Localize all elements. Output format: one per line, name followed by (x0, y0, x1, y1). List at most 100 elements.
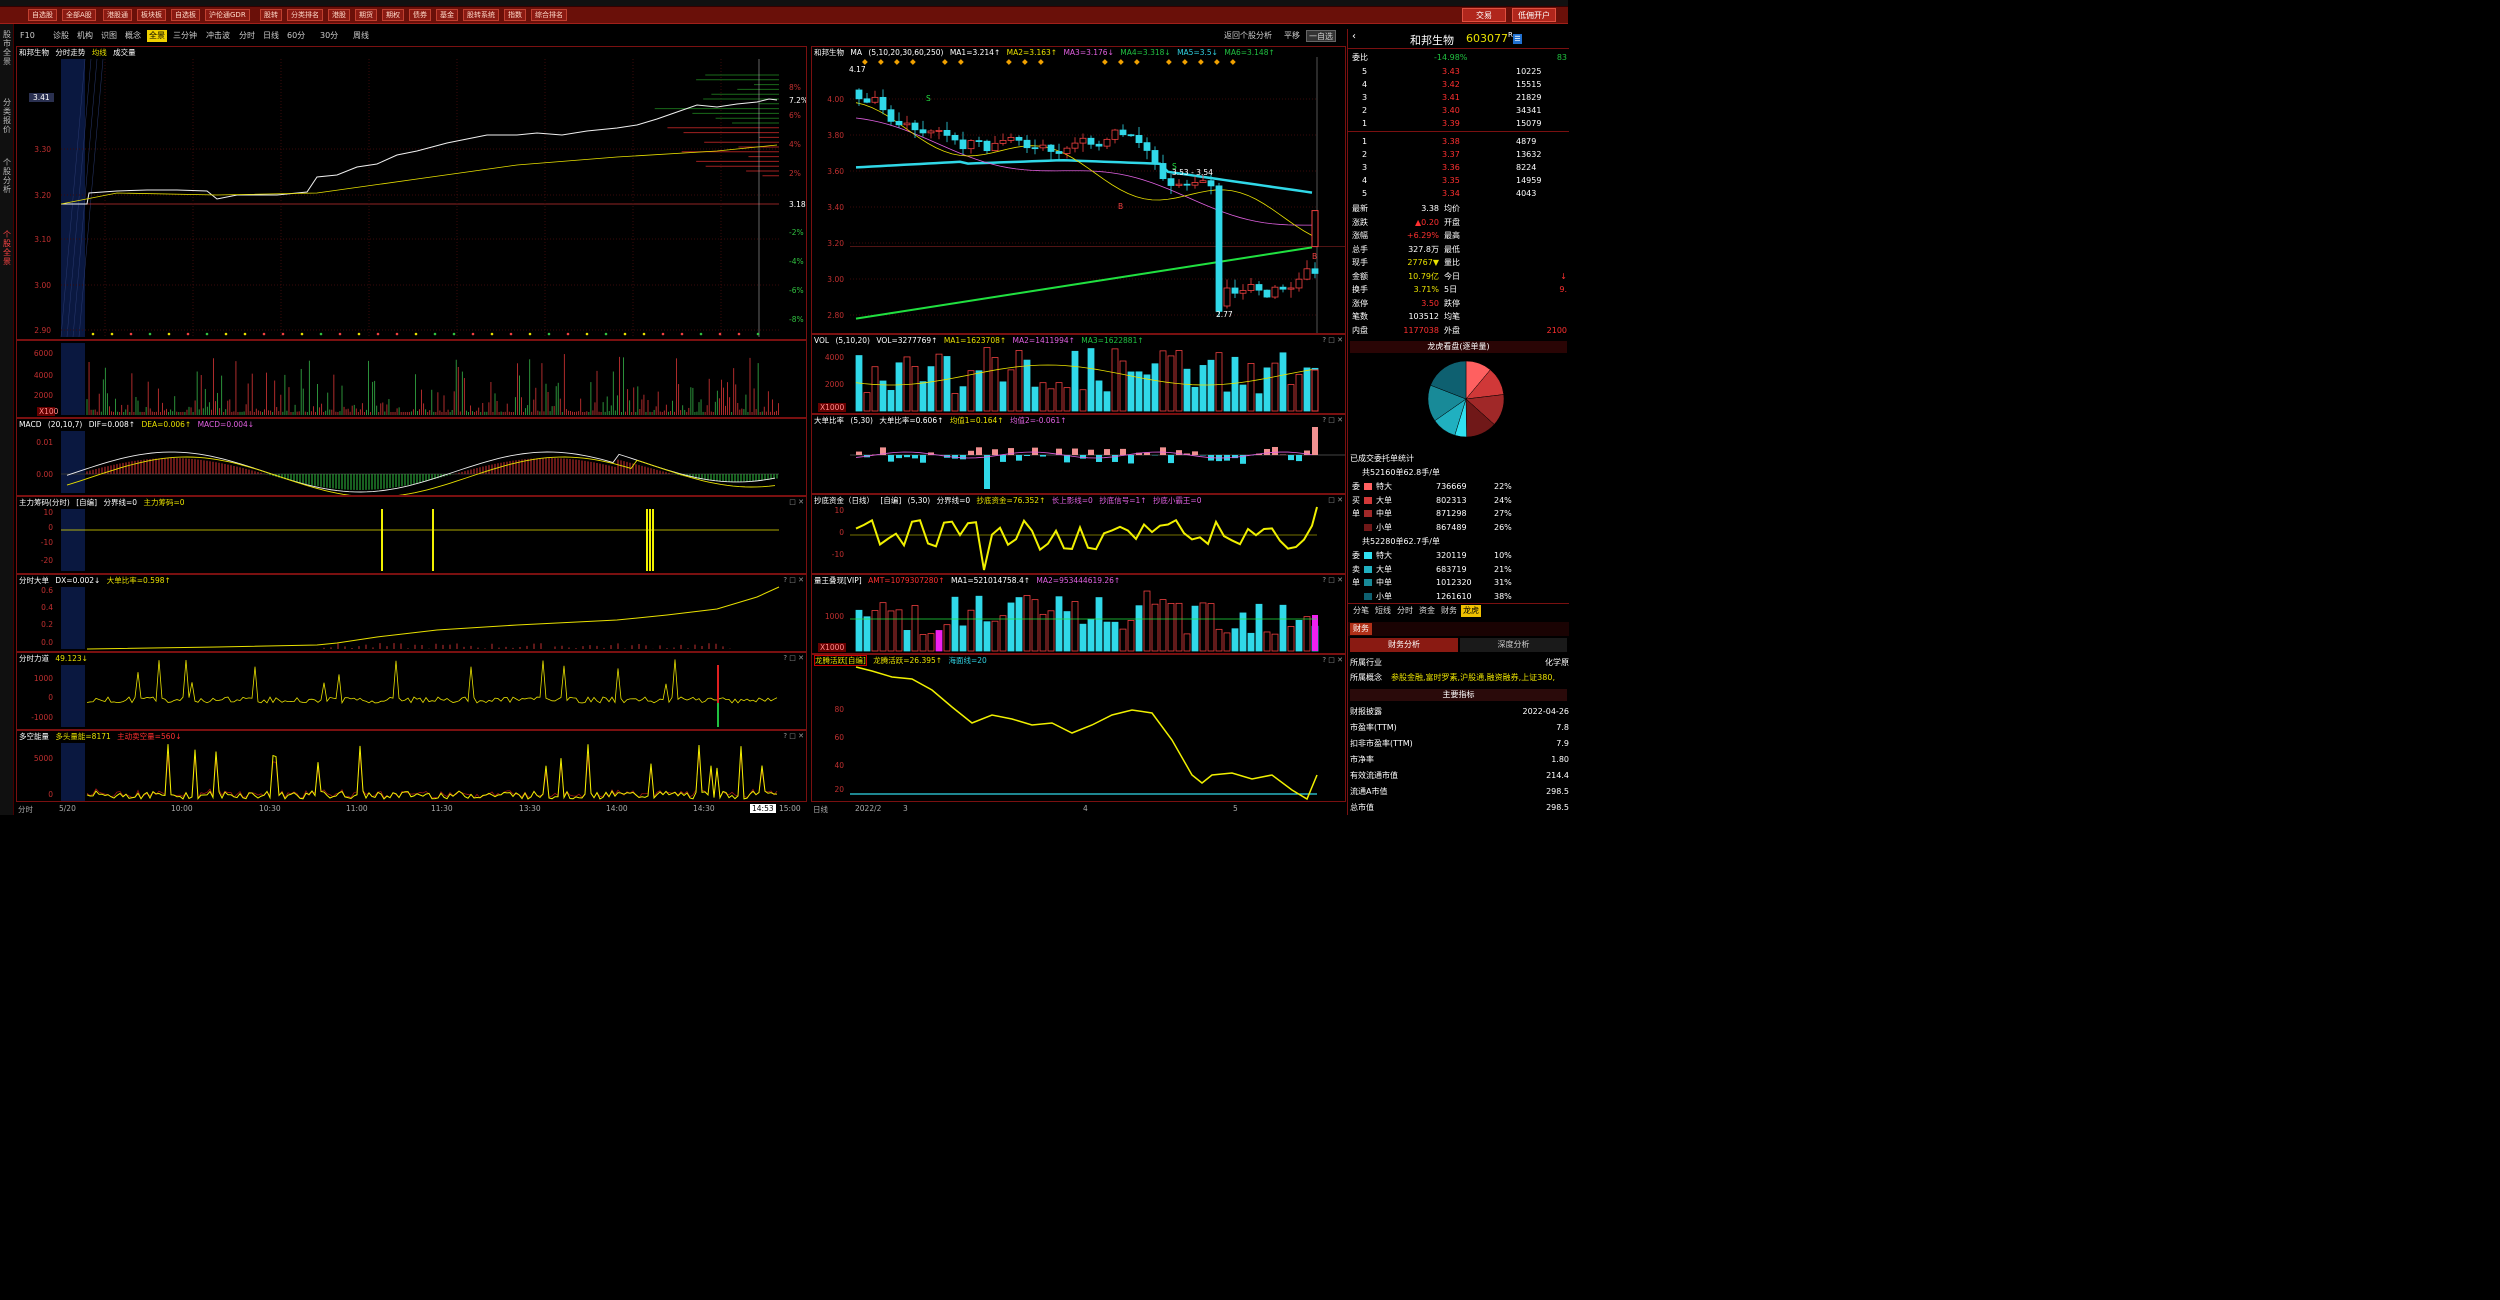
right-tab-5[interactable]: 龙虎 (1461, 605, 1481, 617)
signal-dot (756, 332, 760, 336)
right-tab-0[interactable]: 分笔 (1351, 605, 1371, 617)
bid-volume: 14959 (1516, 176, 1542, 185)
concept-row: 所属概念 参股金融,富时罗素,沪股通,融资融券,上证380, (1348, 671, 1569, 684)
zlcm-chart[interactable]: 10 0 -10 -20 (17, 497, 806, 573)
right-tab-1[interactable]: 短线 (1373, 605, 1393, 617)
toolbar-btn-12[interactable]: 基金 (436, 9, 458, 21)
sidebar-tab-market[interactable]: 股市全景 (1, 30, 13, 66)
macd-chart[interactable]: 0.01 0.00 (17, 419, 806, 495)
intraday-tab-12[interactable]: 周线 (351, 30, 371, 42)
short-line (86, 752, 778, 800)
right-tab-2[interactable]: 分时 (1395, 605, 1415, 617)
buy-stat-row: 小单 867489 26% (1348, 521, 1569, 534)
sidebar-tab-overview[interactable]: 个股全景 (1, 230, 13, 266)
open-account-button[interactable]: 低佣开户 (1512, 8, 1556, 22)
lwjx-chart[interactable]: 1000 X1000 (812, 575, 1345, 653)
kprice-tick-label: 3.20 (827, 239, 844, 248)
kline-chart[interactable]: 4.00 3.80 3.60 3.40 3.20 3.00 2.80 ◆ ◆ ◆ ◆ ◆ ◆ ◆ ◆ ◆ ◆ ◆ ◆… (812, 47, 1345, 333)
deep-analysis-tab[interactable]: 深度分析 (1460, 638, 1567, 652)
intraday-tab-7[interactable]: 冲击波 (204, 30, 232, 42)
ask-price: 3.39 (1442, 119, 1460, 128)
ask-price: 3.42 (1442, 80, 1460, 89)
pct-tick-label: 2% (789, 169, 801, 178)
candle-body (1167, 178, 1175, 186)
ltzy-chart[interactable]: 80 60 40 20 (812, 655, 1345, 801)
finance-row: 总市值 298.5 (1348, 801, 1569, 814)
sidebar-tab-stock[interactable]: 个股分析 (1, 158, 13, 194)
back-arrow-icon[interactable]: ‹ (1352, 31, 1356, 42)
lwjx-bar (1119, 628, 1127, 652)
date-label: 2022/2 (855, 804, 882, 813)
toolbar-btn-5[interactable]: 沪伦通GDR (205, 9, 250, 21)
intraday-tab-3[interactable]: 识图 (99, 30, 119, 42)
toolbar-btn-10[interactable]: 期权 (382, 9, 404, 21)
intraday-tab-1[interactable]: 诊股 (51, 30, 71, 42)
toolbar-btn-9[interactable]: 期货 (355, 9, 377, 21)
intraday-tab-5[interactable]: 全景 (147, 30, 167, 42)
finance-tab[interactable]: 财务 (1350, 623, 1372, 635)
lwjx-bar (1039, 613, 1047, 652)
toolbar-btn-6[interactable]: 股转 (260, 9, 282, 21)
dkn-chart[interactable]: 5000 0 (17, 731, 806, 801)
fsdd-panel: 分时大单 DX=0.002↓ 大单比率=0.598↑ ? □ ✕ 0.6 0.4 0… (16, 574, 807, 652)
flat-button[interactable]: 平移 (1282, 30, 1302, 42)
finance-analysis-tab[interactable]: 财务分析 (1350, 638, 1458, 652)
buy-stat-vol: 802313 (1436, 495, 1467, 505)
intraday-tab-8[interactable]: 分时 (237, 30, 257, 42)
toolbar-btn-13[interactable]: 股转系统 (463, 9, 499, 21)
kvol-bar (927, 366, 935, 412)
toolbar-btn-14[interactable]: 指数 (504, 9, 526, 21)
intraday-tab-11[interactable]: 30分 (318, 30, 340, 42)
fsdd-chart[interactable]: 0.6 0.4 0.2 0.0 (17, 575, 806, 651)
back-button[interactable]: 返回个股分析 (1222, 30, 1274, 42)
right-tab-4[interactable]: 财务 (1439, 605, 1459, 617)
signal-dot (661, 332, 665, 336)
zlcm-tick-label: -20 (41, 556, 53, 565)
right-tab-3[interactable]: 资金 (1417, 605, 1437, 617)
intraday-tab-2[interactable]: 机构 (75, 30, 95, 42)
toolbar-btn-15[interactable]: 综合排名 (531, 9, 567, 21)
stat-row: 最新 3.38 均价 (1348, 202, 1569, 215)
stat-value: 27767▼ (1407, 258, 1439, 267)
watchlist-select[interactable]: 一自选 (1306, 30, 1336, 42)
intraday-tab-10[interactable]: 60分 (285, 30, 307, 42)
signal-dot (737, 332, 741, 336)
lwjx-bar (1312, 615, 1318, 651)
intraday-tab-4[interactable]: 概念 (123, 30, 143, 42)
intraday-chart[interactable]: 3.30 3.20 3.10 3.00 2.90 8% 7.2% 6% 4% 2% 3.18 -2% -… (17, 47, 806, 339)
candle-body (1263, 289, 1271, 298)
volume-chart[interactable]: 6000 4000 2000 X100 (17, 341, 806, 417)
finance-row: 财报披露 2022-04-26 (1348, 705, 1569, 718)
ddbl-chart[interactable] (812, 415, 1345, 493)
toolbar-btn-8[interactable]: 港股 (328, 9, 350, 21)
trade-button[interactable]: 交易 (1462, 8, 1506, 22)
code-badge-icon[interactable]: ☰ (1513, 34, 1522, 44)
sidebar-tab-quotes[interactable]: 分类报价 (1, 98, 13, 134)
concept-value: 参股金融,富时罗素,沪股通,融资融券,上证380, (1391, 673, 1555, 682)
buy-stat-type: 中单 (1376, 509, 1392, 518)
candle-body (1135, 134, 1143, 144)
cdzj-chart[interactable]: 10 0 -10 (812, 495, 1345, 573)
toolbar-btn-11[interactable]: 债券 (409, 9, 431, 21)
toolbar-btn-3[interactable]: 板块板 (137, 9, 166, 21)
signal-diamond: ◆ (1134, 57, 1140, 66)
toolbar-btn-7[interactable]: 分类排名 (287, 9, 323, 21)
stat-value: 2100 (1546, 325, 1567, 335)
intraday-tab-9[interactable]: 日线 (261, 30, 281, 42)
stock-header: ‹ 和邦生物 603077 R ☰ (1348, 29, 1569, 49)
signal-dot (395, 332, 399, 336)
candle-body (1119, 129, 1127, 136)
toolbar-btn-0[interactable]: 自选股 (28, 9, 57, 21)
toolbar-btn-1[interactable]: 全部A股 (62, 9, 96, 21)
fsld-chart[interactable]: 1000 0 -1000 (17, 653, 806, 729)
intraday-toolbar: F10 诊股 机构 识图 概念 全景 三分钟 冲击波 分时 日线 60分 30分 周线 (16, 29, 369, 43)
toolbar-btn-2[interactable]: 港股通 (103, 9, 132, 21)
time-label: 11:30 (431, 804, 453, 813)
fsdd-tick-label: 0.2 (41, 620, 53, 629)
ddbl-panel: 大单比率 (5,30) 大单比率=0.606↑ 均值1=0.164↑ 均值2=-… (811, 414, 1346, 494)
intraday-tab-6[interactable]: 三分钟 (171, 30, 199, 42)
intraday-tab-0[interactable]: F10 (18, 30, 37, 42)
kvol-bar (871, 366, 879, 412)
kline-volume-chart[interactable]: 4000 2000 X1000 (812, 335, 1345, 413)
toolbar-btn-4[interactable]: 自选板 (171, 9, 200, 21)
